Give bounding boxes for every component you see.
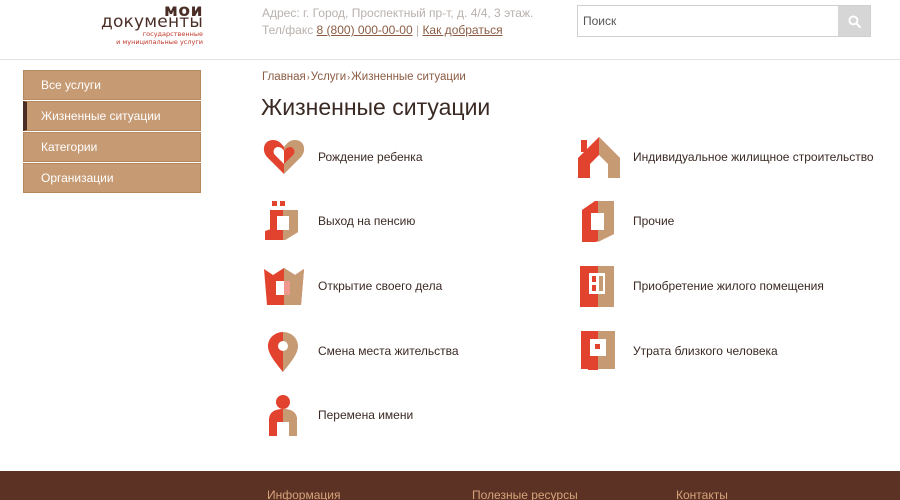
situation-other[interactable]: Прочие xyxy=(576,198,674,244)
sidebar-item-organizations[interactable]: Организации xyxy=(23,163,201,193)
situation-name-change[interactable]: Перемена имени xyxy=(261,392,413,438)
breadcrumb-services[interactable]: Услуги xyxy=(311,71,346,83)
situation-label: Перемена имени xyxy=(318,408,414,422)
sidebar-item-categories[interactable]: Категории xyxy=(23,132,201,162)
logo[interactable]: мои документы государственные и муниципа… xyxy=(101,1,211,46)
situation-birth[interactable]: Рождение ребенка xyxy=(261,134,423,180)
breadcrumb-home[interactable]: Главная xyxy=(262,71,306,83)
document-icon xyxy=(582,201,614,242)
contact-line: Тел/факс 8 (800) 000-00-00 | Как добрать… xyxy=(262,23,503,37)
situation-label: Рождение ребенка xyxy=(318,150,423,164)
situation-label: Открытие своего дела xyxy=(318,279,443,293)
footer-link-info[interactable]: Информация xyxy=(267,488,340,500)
directions-link[interactable]: Как добраться xyxy=(422,23,502,37)
logo-subtitle: государственные и муниципальные услуги xyxy=(116,30,203,46)
situation-label: Индивидуальное жилищное строительство xyxy=(633,150,874,164)
page-title: Жизненные ситуации xyxy=(261,94,491,120)
logo-main-text: документы xyxy=(101,12,204,32)
breadcrumb-life-situations[interactable]: Жизненные ситуации xyxy=(351,71,466,83)
house-icon xyxy=(578,137,620,178)
situation-label: Смена места жительства xyxy=(318,344,459,358)
contact-separator: | xyxy=(415,23,420,37)
search-box xyxy=(577,5,871,37)
situation-label: Прочие xyxy=(633,214,675,228)
footer: Информация Полезные ресурсы Контакты xyxy=(0,471,900,500)
sidebar-nav: Все услуги Жизненные ситуации Категории … xyxy=(23,70,201,194)
situation-relocation[interactable]: Смена места жительства xyxy=(261,328,459,374)
retirement-icon xyxy=(265,201,298,240)
situation-housing-purchase[interactable]: Приобретение жилого помещения xyxy=(576,263,824,309)
search-input[interactable] xyxy=(578,6,839,36)
situation-house-construction[interactable]: Индивидуальное жилищное строительство xyxy=(576,134,874,180)
footer-link-contacts[interactable]: Контакты xyxy=(676,488,728,500)
frame-icon xyxy=(581,331,615,370)
sidebar-item-life-situations[interactable]: Жизненные ситуации xyxy=(23,101,201,131)
situation-label: Утрата близкого человека xyxy=(633,344,778,358)
situation-label: Выход на пенсию xyxy=(318,214,416,228)
search-icon xyxy=(847,14,861,28)
situation-bereavement[interactable]: Утрата близкого человека xyxy=(576,328,778,374)
breadcrumb: Главная›Услуги›Жизненные ситуации xyxy=(262,71,466,83)
phone-label: Тел/факс xyxy=(262,23,314,37)
search-button[interactable] xyxy=(838,6,870,36)
heart-icon xyxy=(263,140,305,174)
sidebar-item-all-services[interactable]: Все услуги xyxy=(23,70,201,100)
business-icon xyxy=(264,268,304,305)
address-text: Адрес: г. Город, Проспектный пр-т, д. 4/… xyxy=(262,6,534,20)
phone-link[interactable]: 8 (800) 000-00-00 xyxy=(317,23,413,37)
situation-business[interactable]: Открытие своего дела xyxy=(261,263,442,309)
header-divider xyxy=(0,59,900,60)
location-pin-icon xyxy=(268,332,298,372)
apartment-icon xyxy=(580,266,614,307)
footer-link-resources[interactable]: Полезные ресурсы xyxy=(472,488,578,500)
situation-retirement[interactable]: Выход на пенсию xyxy=(261,198,415,244)
person-icon xyxy=(269,395,297,436)
situation-label: Приобретение жилого помещения xyxy=(633,279,824,293)
